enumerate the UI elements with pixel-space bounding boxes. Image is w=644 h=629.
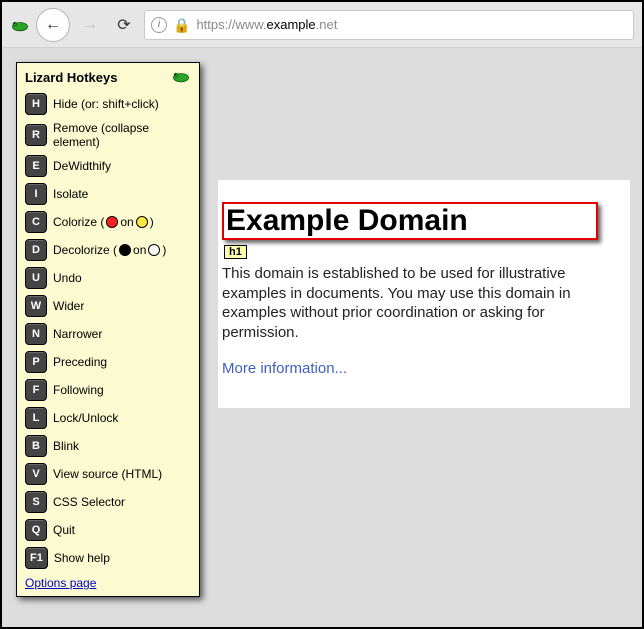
hotkey-label: View source (HTML): [53, 467, 162, 481]
hotkey-row-p[interactable]: P Preceding: [23, 348, 193, 376]
hotkey-key: W: [25, 295, 47, 317]
hotkey-row-n[interactable]: N Narrower: [23, 320, 193, 348]
hotkey-label: Lock/Unlock: [53, 411, 118, 425]
lizard-extension-icon[interactable]: [10, 18, 30, 32]
hotkey-row-h[interactable]: H Hide (or: shift+click): [23, 90, 193, 118]
hotkey-row-b[interactable]: B Blink: [23, 432, 193, 460]
hotkey-row-v[interactable]: V View source (HTML): [23, 460, 193, 488]
page-paragraph: This domain is established to be used fo…: [222, 264, 620, 342]
more-information-link[interactable]: More information...: [222, 360, 347, 377]
hotkey-row-r[interactable]: R Remove (collapse element): [23, 118, 193, 152]
hotkey-row-f1[interactable]: F1 Show help: [23, 544, 193, 572]
hotkey-row-c[interactable]: C Colorize ( on ): [23, 208, 193, 236]
page-heading-selected[interactable]: Example Domain: [222, 202, 598, 240]
forward-button[interactable]: →: [76, 11, 104, 39]
hotkey-key: P: [25, 351, 47, 373]
reload-icon: ⟳: [117, 15, 130, 35]
hotkey-key: F: [25, 379, 47, 401]
hotkey-label: Preceding: [53, 355, 107, 369]
options-page-link[interactable]: Options page: [23, 572, 98, 592]
page-content: Example Domain h1 This domain is establi…: [218, 180, 630, 408]
browser-toolbar: ← → ⟳ i 🔒 https://www.example.net: [2, 2, 642, 48]
hotkey-key: D: [25, 239, 47, 261]
url-bar[interactable]: i 🔒 https://www.example.net: [144, 10, 634, 40]
hotkey-key: N: [25, 323, 47, 345]
hotkey-label: Undo: [53, 271, 82, 285]
hotkey-label: Show help: [54, 551, 110, 565]
hotkey-label: Colorize ( on ): [53, 215, 154, 229]
color-swatch-icon: [106, 216, 118, 228]
hotkey-label: CSS Selector: [53, 495, 125, 509]
hotkey-key: H: [25, 93, 47, 115]
hotkey-key: S: [25, 491, 47, 513]
hotkey-row-e[interactable]: E DeWidthify: [23, 152, 193, 180]
hotkey-label: Wider: [53, 299, 84, 313]
arrow-left-icon: ←: [45, 16, 61, 34]
hotkey-label: Narrower: [53, 327, 102, 341]
hotkey-label: Remove (collapse element): [53, 121, 191, 149]
hotkey-label: DeWidthify: [53, 159, 111, 173]
color-swatch-icon: [148, 244, 160, 256]
panel-title: Lizard Hotkeys: [25, 70, 117, 85]
hotkey-row-i[interactable]: I Isolate: [23, 180, 193, 208]
back-button[interactable]: ←: [36, 8, 70, 42]
hotkey-row-u[interactable]: U Undo: [23, 264, 193, 292]
hotkey-row-l[interactable]: L Lock/Unlock: [23, 404, 193, 432]
hotkey-key: B: [25, 435, 47, 457]
hotkey-label: Following: [53, 383, 104, 397]
hotkey-key: E: [25, 155, 47, 177]
color-swatch-icon: [119, 244, 131, 256]
page-viewport: Lizard Hotkeys H Hide (or: shift+click) RR…: [2, 48, 642, 627]
hotkey-list: H Hide (or: shift+click) R Remove (collapse…: [23, 90, 193, 572]
reload-button[interactable]: ⟳: [110, 11, 138, 39]
hotkey-key: I: [25, 183, 47, 205]
hotkey-label: Isolate: [53, 187, 88, 201]
arrow-right-icon: →: [82, 16, 98, 34]
lizard-icon: [171, 69, 191, 86]
panel-header: Lizard Hotkeys: [23, 69, 193, 90]
hotkey-row-s[interactable]: S CSS Selector: [23, 488, 193, 516]
url-text: https://www.example.net: [196, 17, 337, 32]
hotkey-label: Blink: [53, 439, 79, 453]
color-swatch-icon: [136, 216, 148, 228]
hotkey-key: U: [25, 267, 47, 289]
lock-icon: 🔒: [173, 18, 190, 32]
hotkey-label: Quit: [53, 523, 75, 537]
hotkey-row-w[interactable]: W Wider: [23, 292, 193, 320]
hotkey-row-q[interactable]: Q Quit: [23, 516, 193, 544]
hotkey-key: Q: [25, 519, 47, 541]
hotkey-key: V: [25, 463, 47, 485]
hotkey-key: F1: [25, 547, 48, 569]
hotkey-row-f[interactable]: F Following: [23, 376, 193, 404]
hotkey-row-d[interactable]: D Decolorize ( on ): [23, 236, 193, 264]
hotkey-label: Hide (or: shift+click): [53, 97, 159, 111]
hotkey-key: L: [25, 407, 47, 429]
lizard-hotkeys-panel[interactable]: Lizard Hotkeys H Hide (or: shift+click) RR…: [16, 62, 200, 597]
site-info-icon[interactable]: i: [151, 17, 167, 33]
selected-element-tag-badge: h1: [224, 245, 247, 259]
hotkey-key: R: [25, 124, 47, 146]
hotkey-label: Decolorize ( on ): [53, 243, 166, 257]
hotkey-key: C: [25, 211, 47, 233]
